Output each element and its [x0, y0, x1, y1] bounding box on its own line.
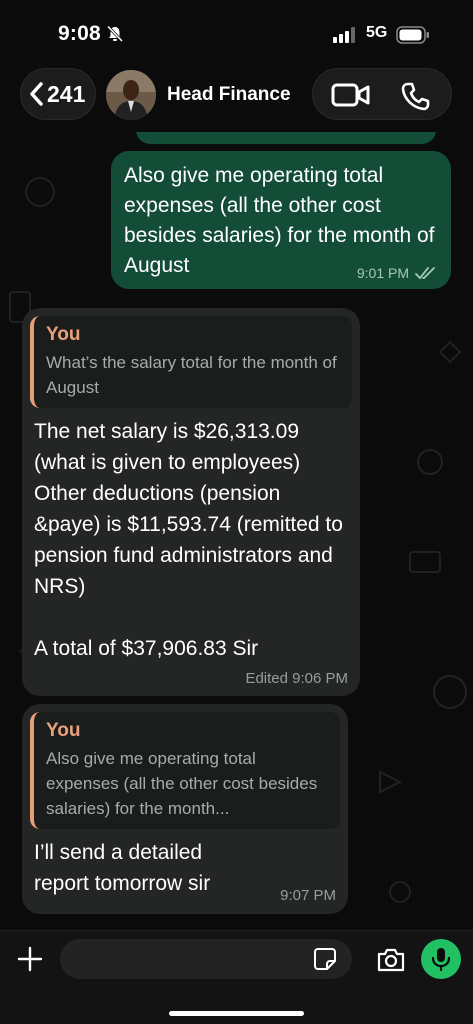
- compose-bar: [0, 930, 473, 1024]
- message-time: 9:01 PM: [356, 265, 409, 281]
- sticker-icon[interactable]: [313, 947, 337, 971]
- call-actions: [312, 68, 452, 120]
- quoted-message[interactable]: You What’s the salary total for the mont…: [30, 316, 352, 408]
- message-time: 9:07 PM: [280, 887, 336, 904]
- received-message-bubble[interactable]: You What’s the salary total for the mont…: [22, 308, 360, 696]
- chevron-left-icon: [30, 82, 43, 106]
- back-button[interactable]: 241: [20, 68, 96, 120]
- microphone-icon: [431, 948, 451, 971]
- battery-icon: [396, 26, 429, 44]
- quote-text: What’s the salary total for the month of…: [46, 353, 337, 397]
- home-indicator: [169, 1011, 304, 1016]
- status-time: 9:08: [58, 22, 101, 45]
- message-input[interactable]: [60, 939, 352, 979]
- status-bar: 9:08 5G: [0, 0, 473, 62]
- previous-sent-bubble: [136, 132, 436, 144]
- received-message-bubble[interactable]: You Also give me operating total expense…: [22, 704, 348, 914]
- voice-record-button[interactable]: [421, 939, 461, 979]
- phone-call-icon[interactable]: [401, 81, 431, 111]
- contact-name[interactable]: Head Finance: [167, 84, 291, 106]
- message-time: Edited 9:06 PM: [245, 670, 348, 687]
- cellular-signal-icon: [333, 27, 355, 43]
- message-text: The net salary is $26,313.09 (what is gi…: [34, 420, 343, 660]
- quoted-message[interactable]: You Also give me operating total expense…: [30, 712, 340, 829]
- quote-author: You: [46, 324, 81, 345]
- message-text: Also give me operating total expenses (a…: [124, 164, 435, 277]
- sent-message-bubble[interactable]: Also give me operating total expenses (a…: [111, 151, 451, 289]
- message-list[interactable]: Also give me operating total expenses (a…: [0, 132, 473, 930]
- unread-count: 241: [47, 80, 86, 107]
- quote-text: Also give me operating total expenses (a…: [46, 749, 318, 818]
- avatar[interactable]: [106, 70, 156, 120]
- read-receipt-icon: [415, 267, 435, 280]
- network-type: 5G: [366, 24, 388, 41]
- chat-header: 241 Head Finance: [0, 62, 473, 132]
- bell-slash-icon: [106, 25, 124, 43]
- camera-icon[interactable]: [376, 947, 406, 973]
- message-meta: 9:01 PM: [357, 265, 437, 281]
- quote-author: You: [46, 720, 81, 741]
- plus-icon[interactable]: [16, 945, 44, 973]
- video-call-icon[interactable]: [331, 83, 371, 107]
